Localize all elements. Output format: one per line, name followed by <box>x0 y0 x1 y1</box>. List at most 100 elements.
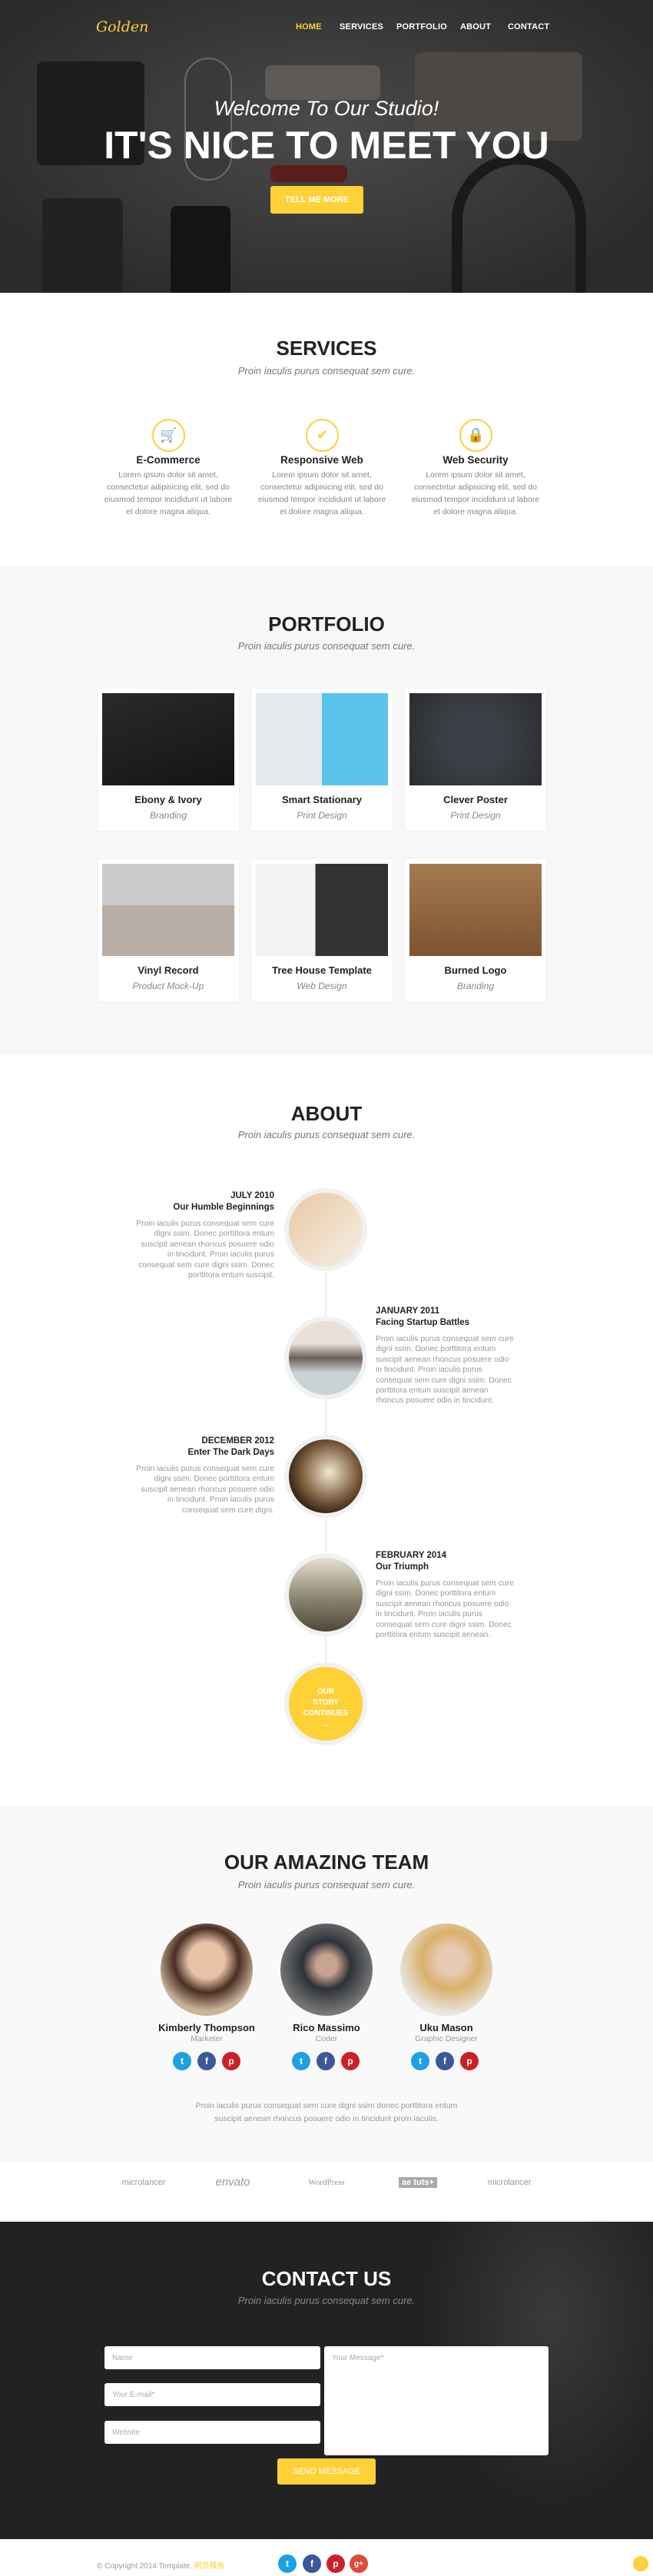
facebook-icon[interactable]: f <box>436 2052 454 2070</box>
hero-section: Golden HOME SERVICES PORTFOLIO ABOUT CON… <box>0 0 653 293</box>
pinterest-icon[interactable]: p <box>222 2052 240 2070</box>
portfolio-item-title: Vinyl Record <box>138 964 199 976</box>
nav-home[interactable]: HOME <box>296 22 322 32</box>
nav-services[interactable]: SERVICES <box>340 22 383 32</box>
story-line: OUR <box>317 1688 335 1696</box>
service-text: Lorem ipsum dolor sit amet, consectetur … <box>411 470 540 516</box>
service-title: E-Commerce <box>136 454 201 466</box>
copyright: © Copyright 2014 Template. 网页模板 <box>97 2559 225 2571</box>
timeline-date: JULY 2010 <box>230 1191 274 1200</box>
portfolio-item-category: Print Design <box>297 810 347 821</box>
timeline-text: Proin iaculis purus consequat sem cure d… <box>376 1335 514 1406</box>
timeline-text: Proin iaculis purus consequat sem cure d… <box>136 1465 274 1515</box>
message-textarea[interactable] <box>324 2346 549 2455</box>
hero-phone-image <box>171 206 230 293</box>
client-logo-aetuts[interactable]: ae tuts+ <box>399 2177 437 2188</box>
client-logo-microlancer[interactable]: microlancer <box>488 2178 532 2187</box>
portfolio-image <box>102 864 234 956</box>
email-input[interactable] <box>104 2383 320 2406</box>
hero-bowtie-image <box>265 65 380 100</box>
services-subtitle: Proin iaculis purus consequat sem cure. <box>237 365 416 377</box>
shopping-basket-icon: 🛒 <box>152 419 185 452</box>
facebook-icon[interactable]: f <box>197 2052 216 2070</box>
story-line: ... <box>322 1720 330 1728</box>
nav-contact[interactable]: CONTACT <box>508 22 549 32</box>
lock-icon: 🔒 <box>459 419 492 452</box>
timeline-date: FEBRUARY 2014 <box>376 1551 447 1560</box>
facebook-icon[interactable]: f <box>317 2052 335 2070</box>
team-title: OUR AMAZING TEAM <box>224 1851 429 1874</box>
portfolio-item[interactable]: Smart Stationary Print Design <box>251 689 393 831</box>
team-photo <box>161 1924 253 2016</box>
team-photo <box>280 1924 373 2016</box>
portfolio-item-title: Burned Logo <box>444 964 507 976</box>
twitter-icon[interactable]: t <box>411 2052 429 2070</box>
portfolio-item-title: Clever Poster <box>443 794 508 805</box>
portfolio-item[interactable]: Vinyl Record Product Mock-Up <box>98 859 239 1001</box>
story-line: STORY <box>313 1698 339 1707</box>
timeline-date: DECEMBER 2012 <box>201 1436 274 1446</box>
client-logo-envato[interactable]: envato <box>215 2176 250 2189</box>
portfolio-item[interactable]: Ebony & Ivory Branding <box>98 689 239 831</box>
portfolio-item[interactable]: Tree House Template Web Design <box>251 859 393 1001</box>
hero-lipstick-image <box>270 165 347 182</box>
portfolio-image <box>409 864 542 956</box>
service-text: Lorem ipsum dolor sit amet, consectetur … <box>104 470 233 516</box>
contact-title: CONTACT US <box>261 2267 392 2290</box>
pinterest-icon[interactable]: p <box>341 2052 360 2070</box>
story-line: CONTINUES <box>303 1709 349 1718</box>
twitter-icon[interactable]: t <box>173 2052 191 2070</box>
hero-welcome: Welcome To Our Studio! <box>214 97 439 120</box>
send-message-button[interactable]: SEND MESSAGE <box>277 2458 376 2485</box>
contact-subtitle: Proin iaculis purus consequat sem cure. <box>237 2295 416 2306</box>
nav-about[interactable]: ABOUT <box>460 22 491 32</box>
back-to-top-arrow-icon[interactable]: ↑ <box>633 2556 648 2571</box>
team-photo <box>400 1924 492 2016</box>
twitter-icon[interactable]: t <box>278 2554 297 2573</box>
portfolio-image <box>102 693 234 785</box>
timeline-image <box>284 1188 367 1271</box>
timeline-image <box>284 1553 367 1636</box>
hero-headphones-image <box>452 154 586 293</box>
portfolio-image <box>409 693 542 785</box>
portfolio-item-category: Web Design <box>297 981 347 991</box>
about-subtitle: Proin iaculis purus consequat sem cure. <box>237 1129 416 1140</box>
copyright-text: © Copyright 2014 Template. <box>97 2562 192 2571</box>
service-title: Web Security <box>443 454 509 466</box>
twitter-icon[interactable]: t <box>292 2052 310 2070</box>
timeline-text: Proin iaculis purus consequat sem cure d… <box>376 1579 514 1640</box>
timeline-text: Proin iaculis purus consequat sem cure d… <box>136 1220 274 1280</box>
facebook-icon[interactable]: f <box>303 2554 321 2573</box>
tell-me-more-button[interactable]: TELL ME MORE <box>270 186 363 214</box>
google-plus-icon[interactable]: g+ <box>350 2554 368 2573</box>
website-input[interactable] <box>104 2421 320 2444</box>
portfolio-item[interactable]: Clever Poster Print Design <box>405 689 546 831</box>
pinterest-icon[interactable]: p <box>326 2554 345 2573</box>
portfolio-item[interactable]: Burned Logo Branding <box>405 859 546 1001</box>
copyright-link[interactable]: 网页模板 <box>194 2562 225 2571</box>
client-logo-microlancer[interactable]: microlancer <box>122 2178 166 2187</box>
service-text: Lorem ipsum dolor sit amet, consectetur … <box>257 470 386 516</box>
timeline-image <box>284 1435 367 1518</box>
team-member-role: Graphic Designer <box>415 2034 478 2043</box>
client-logo-wordpress[interactable]: WordPress <box>308 2178 344 2187</box>
pinterest-icon[interactable]: p <box>460 2052 479 2070</box>
portfolio-image <box>256 864 388 956</box>
team-member-name: Uku Mason <box>419 2022 473 2033</box>
portfolio-item-category: Product Mock-Up <box>132 981 204 991</box>
hero-headline: IT'S NICE TO MEET YOU <box>104 124 549 167</box>
nav-portfolio[interactable]: PORTFOLIO <box>396 22 447 32</box>
team-subtitle: Proin iaculis purus consequat sem cure. <box>237 1879 416 1891</box>
portfolio-title: PORTFOLIO <box>268 612 385 636</box>
logo[interactable]: Golden <box>96 18 148 35</box>
timeline-heading: Our Humble Beginnings <box>173 1203 274 1212</box>
timeline-heading: Enter The Dark Days <box>187 1448 275 1457</box>
story-continues-badge: OUR STORY CONTINUES ... <box>284 1662 367 1745</box>
services-title: SERVICES <box>276 337 377 360</box>
portfolio-item-title: Ebony & Ivory <box>134 794 202 805</box>
portfolio-item-title: Tree House Template <box>272 964 372 976</box>
laptop-check-icon: ✔ <box>306 419 339 452</box>
service-title: Responsive Web <box>280 454 363 466</box>
portfolio-subtitle: Proin iaculis purus consequat sem cure. <box>237 640 416 652</box>
name-input[interactable] <box>104 2346 320 2369</box>
